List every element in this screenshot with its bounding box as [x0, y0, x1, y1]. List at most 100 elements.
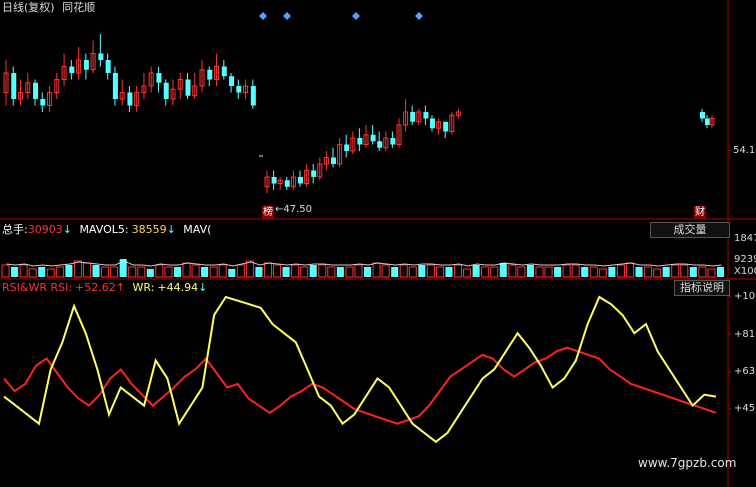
candle-body: [221, 66, 227, 77]
candle-body: [410, 112, 416, 122]
rsi-axis-tick-1: +100: [734, 291, 756, 302]
candle-body: [443, 121, 449, 132]
rsi-arrow: ↑: [115, 281, 125, 294]
volume-bar: [671, 264, 680, 278]
volume-bar: [82, 262, 91, 278]
candle-body: [311, 170, 317, 177]
event-marker-2: [283, 12, 291, 20]
volume-bar: [662, 267, 670, 277]
candle-body: [236, 86, 242, 93]
candle-body: [705, 118, 710, 125]
volume-bar: [598, 268, 607, 278]
volume-bar: [55, 266, 64, 278]
volume-bar: [327, 266, 336, 278]
candle-body: [156, 73, 162, 83]
wr-arrow: ↓: [198, 281, 208, 294]
volume-bar: [445, 267, 453, 277]
candle-body: [127, 92, 133, 106]
finance-badge[interactable]: 财: [694, 206, 706, 219]
candle-body: [207, 69, 213, 80]
chart-canvas[interactable]: [0, 0, 756, 487]
candle-body: [298, 177, 303, 184]
volume-bar: [526, 265, 534, 277]
rsi-label: RSI:: [50, 281, 73, 294]
volume-bar: [309, 265, 317, 277]
volume-bar: [581, 267, 589, 277]
volume-bar: [589, 266, 598, 278]
volume-bar: [544, 266, 553, 278]
candle-body: [271, 177, 277, 184]
watermark: www.7gpzb.com: [638, 456, 737, 470]
total-arrow: ↓: [62, 223, 72, 236]
candle-body: [229, 76, 235, 86]
volume-bar: [336, 267, 344, 277]
volume-bar: [73, 260, 82, 278]
candle-body: [112, 73, 118, 99]
candle-body: [185, 79, 191, 96]
rsi-title: RSI&WR: [2, 281, 47, 294]
wr-value: +44.94: [157, 281, 199, 294]
volume-bar: [481, 266, 490, 278]
volume-bar: [454, 264, 463, 278]
volume-bar: [46, 268, 55, 278]
volume-bar: [472, 265, 480, 277]
event-marker-1: [259, 12, 267, 20]
volume-bar: [218, 264, 227, 278]
volume-bar: [635, 267, 643, 277]
volume-bar: [562, 264, 571, 278]
volume-bar: [364, 267, 372, 277]
volume-header: 总手:30903↓ MAVOL5: 38559↓ MAV(: [2, 223, 211, 236]
candle-body: [423, 112, 429, 119]
volume-bar: [554, 267, 562, 277]
volume-bar: [110, 266, 119, 278]
candle-body: [40, 99, 46, 106]
volume-axis-tick-1: 1847: [734, 233, 756, 244]
volume-bar: [571, 264, 580, 278]
volume-bar: [435, 266, 444, 278]
volume-bar: [128, 266, 137, 278]
candle-body: [700, 112, 705, 119]
candle-body: [33, 82, 39, 99]
low-price-label: ←47.50: [275, 204, 313, 215]
volume-bar: [707, 268, 716, 278]
volume-bar: [155, 264, 164, 278]
rank-badge[interactable]: 榜: [262, 206, 274, 219]
volume-bar: [137, 266, 146, 278]
volume-bar: [345, 266, 354, 278]
candle-body: [370, 134, 376, 142]
candle-body: [105, 60, 111, 73]
volume-bar: [300, 266, 309, 278]
volume-bar: [19, 264, 28, 278]
volume-bar: [92, 265, 100, 277]
stock-chart-window: 日线(复权) 同花顺 54.1 ←47.50 榜 财 总手:30903↓ MAV…: [0, 0, 756, 487]
mavol5-arrow: ↓: [166, 223, 176, 236]
volume-bar: [381, 264, 390, 278]
candle-body: [69, 66, 75, 73]
volume-bar: [535, 266, 544, 278]
candle-body: [83, 60, 89, 70]
candle-body: [377, 141, 383, 148]
volume-bar: [1, 264, 10, 278]
volume-bar: [644, 266, 653, 278]
mavol5-value: 38559: [131, 223, 167, 236]
volume-bar: [508, 264, 517, 278]
volume-bar: [101, 266, 110, 278]
volume-bar: [201, 267, 209, 277]
volume-button[interactable]: 成交量: [650, 222, 730, 238]
volume-bar: [408, 266, 417, 278]
volume-bar: [318, 264, 327, 278]
volume-bar: [608, 267, 616, 277]
volume-bar: [716, 267, 724, 277]
wr-label: WR:: [132, 281, 155, 294]
volume-bar: [653, 268, 662, 278]
volume-bar: [191, 264, 200, 278]
volume-bar: [209, 266, 218, 278]
volume-bar: [173, 267, 181, 277]
volume-bar: [273, 264, 282, 278]
indicator-help-button[interactable]: 指标说明: [674, 280, 730, 296]
price-axis-label: 54.1: [733, 145, 756, 156]
volume-bar: [182, 262, 191, 278]
candle-body: [250, 86, 256, 106]
event-marker-4: [415, 12, 423, 20]
candle-body: [11, 73, 17, 99]
